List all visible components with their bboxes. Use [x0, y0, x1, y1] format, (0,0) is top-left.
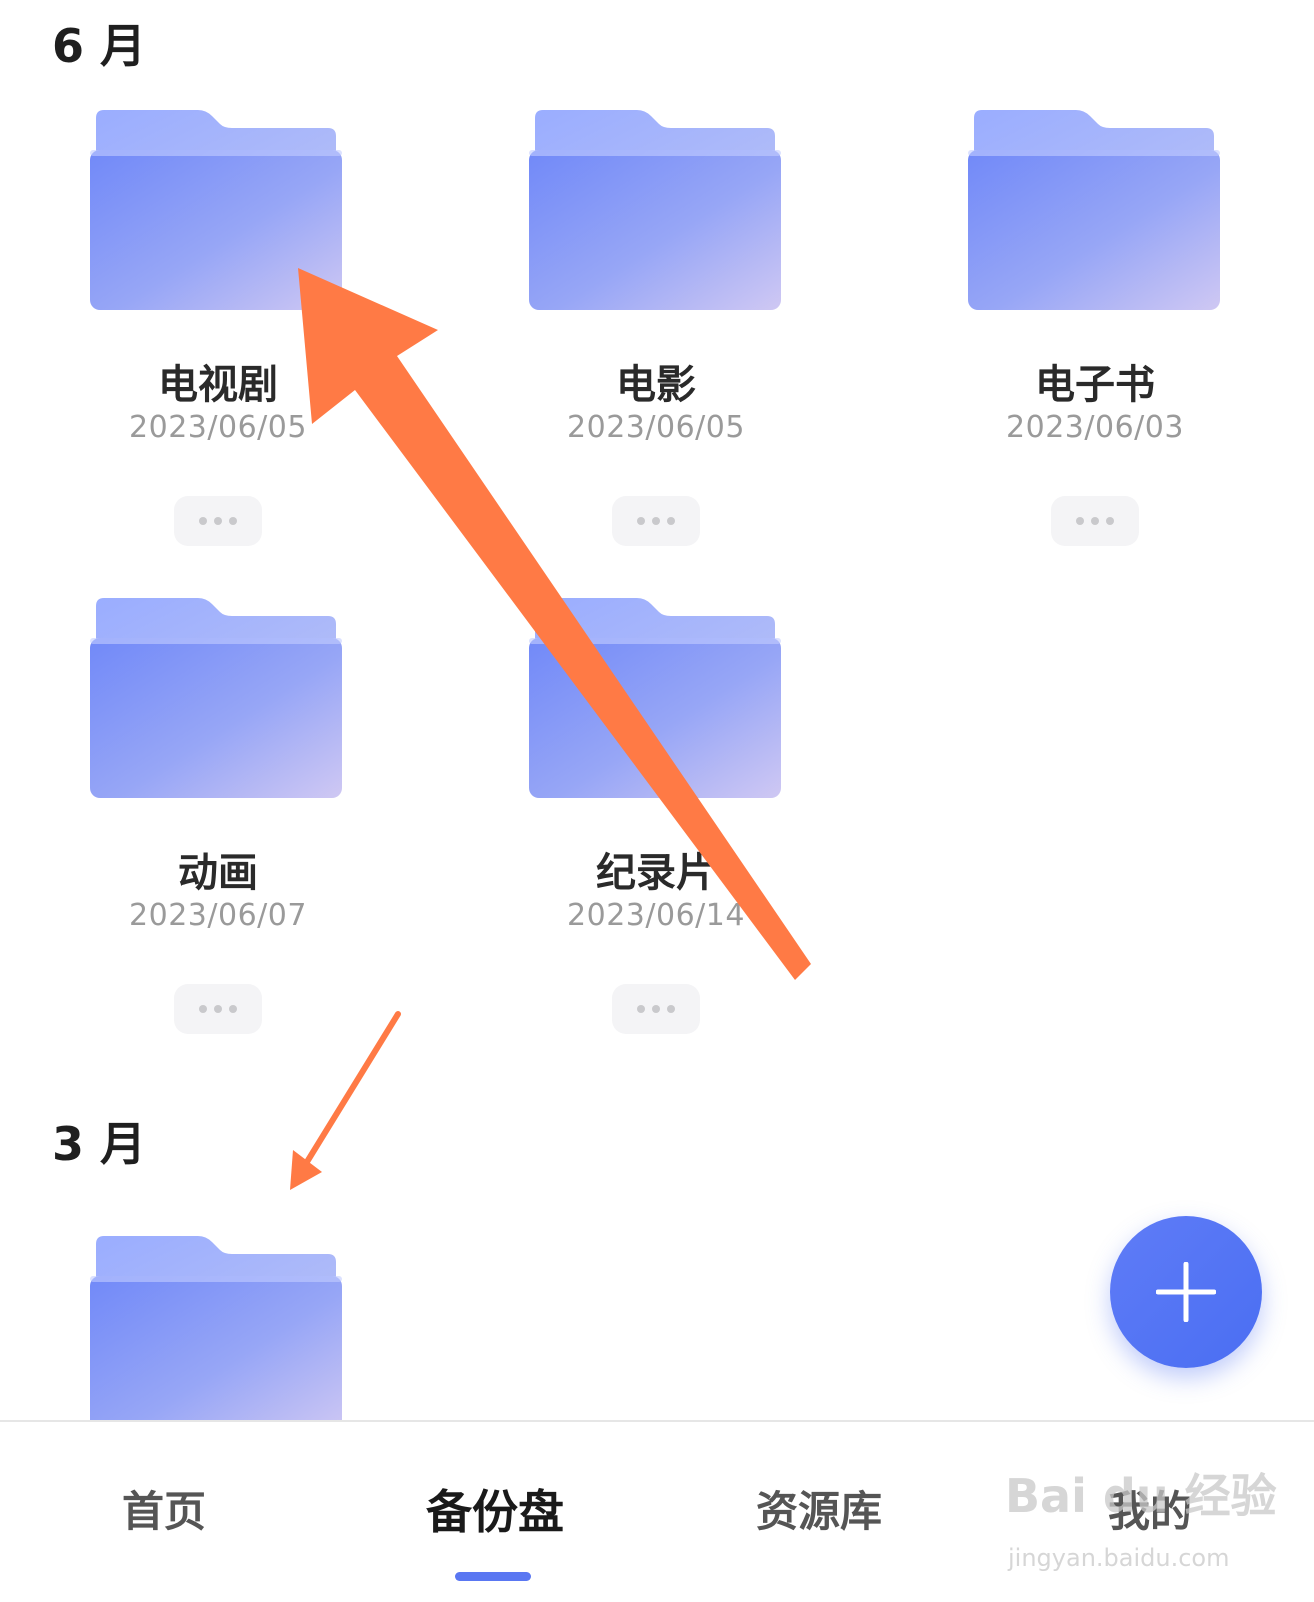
- tab-resource-library[interactable]: 资源库: [756, 1478, 882, 1539]
- tab-home[interactable]: 首页: [122, 1478, 206, 1539]
- plus-icon: [1156, 1262, 1216, 1322]
- folder-date: 2023/06/05: [567, 410, 745, 445]
- dot-icon: [229, 1005, 237, 1013]
- folder-date: 2023/06/05: [129, 410, 307, 445]
- dot-icon: [229, 517, 237, 525]
- dot-icon: [214, 1005, 222, 1013]
- add-button[interactable]: [1110, 1216, 1262, 1368]
- dot-icon: [199, 517, 207, 525]
- dot-icon: [652, 1005, 660, 1013]
- more-options-button[interactable]: [1051, 496, 1139, 546]
- dot-icon: [667, 517, 675, 525]
- baidu-watermark: Bai du 经验: [1005, 1469, 1277, 1523]
- folder-name[interactable]: 纪录片: [506, 840, 806, 898]
- folder-date: 2023/06/03: [1006, 410, 1184, 445]
- more-options-button[interactable]: [612, 984, 700, 1034]
- folder-icon[interactable]: [90, 596, 342, 800]
- dot-icon: [214, 517, 222, 525]
- dot-icon: [637, 517, 645, 525]
- small-arrow-head-icon: [290, 1150, 322, 1190]
- folder-name[interactable]: 电影: [506, 352, 806, 410]
- folder-icon[interactable]: [529, 596, 781, 800]
- dot-icon: [652, 517, 660, 525]
- more-options-button[interactable]: [174, 496, 262, 546]
- folder-icon[interactable]: [529, 108, 781, 312]
- folder-icon[interactable]: [90, 1234, 342, 1420]
- folder-date: 2023/06/07: [129, 898, 307, 933]
- dot-icon: [1091, 517, 1099, 525]
- more-options-button[interactable]: [612, 496, 700, 546]
- folder-name[interactable]: 动画: [68, 840, 368, 898]
- dot-icon: [199, 1005, 207, 1013]
- dot-icon: [637, 1005, 645, 1013]
- dot-icon: [667, 1005, 675, 1013]
- baidu-watermark-url: jingyan.baidu.com: [1008, 1544, 1230, 1572]
- month-header-june: 6 月: [52, 19, 147, 73]
- small-arrow-line: [299, 1011, 401, 1173]
- active-tab-indicator: [455, 1572, 531, 1581]
- dot-icon: [1106, 517, 1114, 525]
- more-options-button[interactable]: [174, 984, 262, 1034]
- folder-name[interactable]: 电子书: [945, 352, 1245, 410]
- folder-date: 2023/06/14: [567, 898, 745, 933]
- dot-icon: [1076, 517, 1084, 525]
- folder-name[interactable]: 电视剧: [68, 352, 368, 410]
- folder-icon[interactable]: [968, 108, 1220, 312]
- folder-icon[interactable]: [90, 108, 342, 312]
- tab-backup-disk[interactable]: 备份盘: [426, 1476, 564, 1542]
- month-header-march: 3 月: [52, 1117, 147, 1171]
